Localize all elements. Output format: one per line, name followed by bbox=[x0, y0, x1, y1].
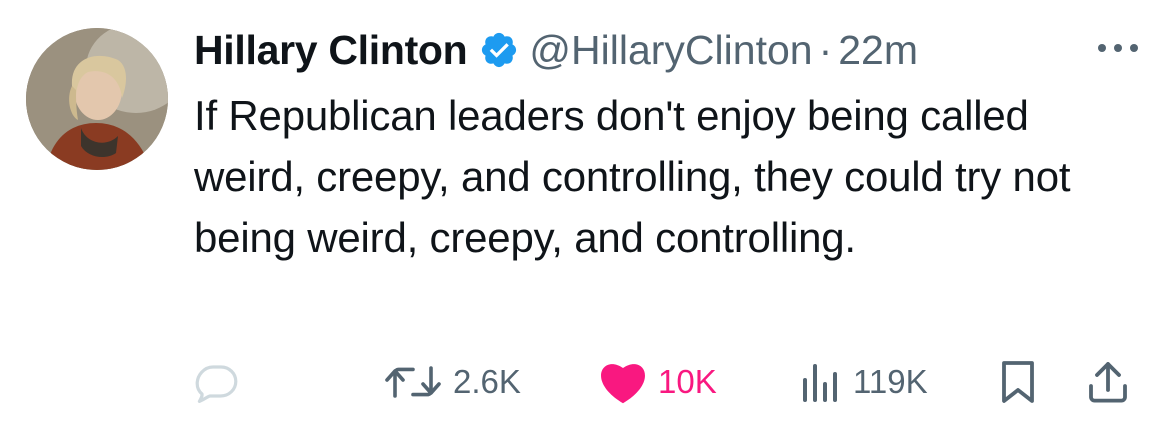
avatar[interactable] bbox=[26, 28, 168, 170]
heart-icon bbox=[601, 364, 645, 404]
retweet-button[interactable]: 2.6K bbox=[383, 352, 521, 412]
tweet-text: If Republican leaders don't enjoy being … bbox=[194, 92, 1071, 261]
reply-button[interactable] bbox=[193, 352, 251, 412]
timestamp[interactable]: 22m bbox=[838, 27, 918, 74]
reply-icon bbox=[195, 365, 238, 403]
avatar-photo bbox=[26, 28, 168, 170]
verified-badge-icon[interactable] bbox=[479, 30, 519, 70]
views-count: 119K bbox=[853, 363, 928, 400]
bookmark-icon bbox=[1002, 361, 1034, 403]
share-button[interactable] bbox=[1086, 352, 1130, 412]
like-count: 10K bbox=[658, 363, 717, 400]
bookmark-button[interactable] bbox=[998, 352, 1038, 412]
like-button[interactable]: 10K bbox=[598, 352, 717, 412]
tweet-header: Hillary Clinton @HillaryClinton · 22m bbox=[194, 22, 918, 78]
author-handle[interactable]: @HillaryClinton bbox=[529, 27, 812, 74]
retweet-count: 2.6K bbox=[453, 363, 521, 400]
author-name[interactable]: Hillary Clinton bbox=[194, 27, 468, 74]
more-options-icon[interactable] bbox=[1090, 28, 1146, 68]
share-icon bbox=[1089, 362, 1127, 403]
views-icon bbox=[803, 364, 837, 402]
separator-dot: · bbox=[818, 26, 833, 73]
tweet-actions: 2.6K 10K 119K bbox=[0, 352, 1170, 412]
tweet[interactable]: Hillary Clinton @HillaryClinton · 22m If… bbox=[0, 0, 1170, 428]
views-button[interactable]: 119K bbox=[799, 352, 928, 412]
retweet-icon bbox=[385, 366, 441, 398]
